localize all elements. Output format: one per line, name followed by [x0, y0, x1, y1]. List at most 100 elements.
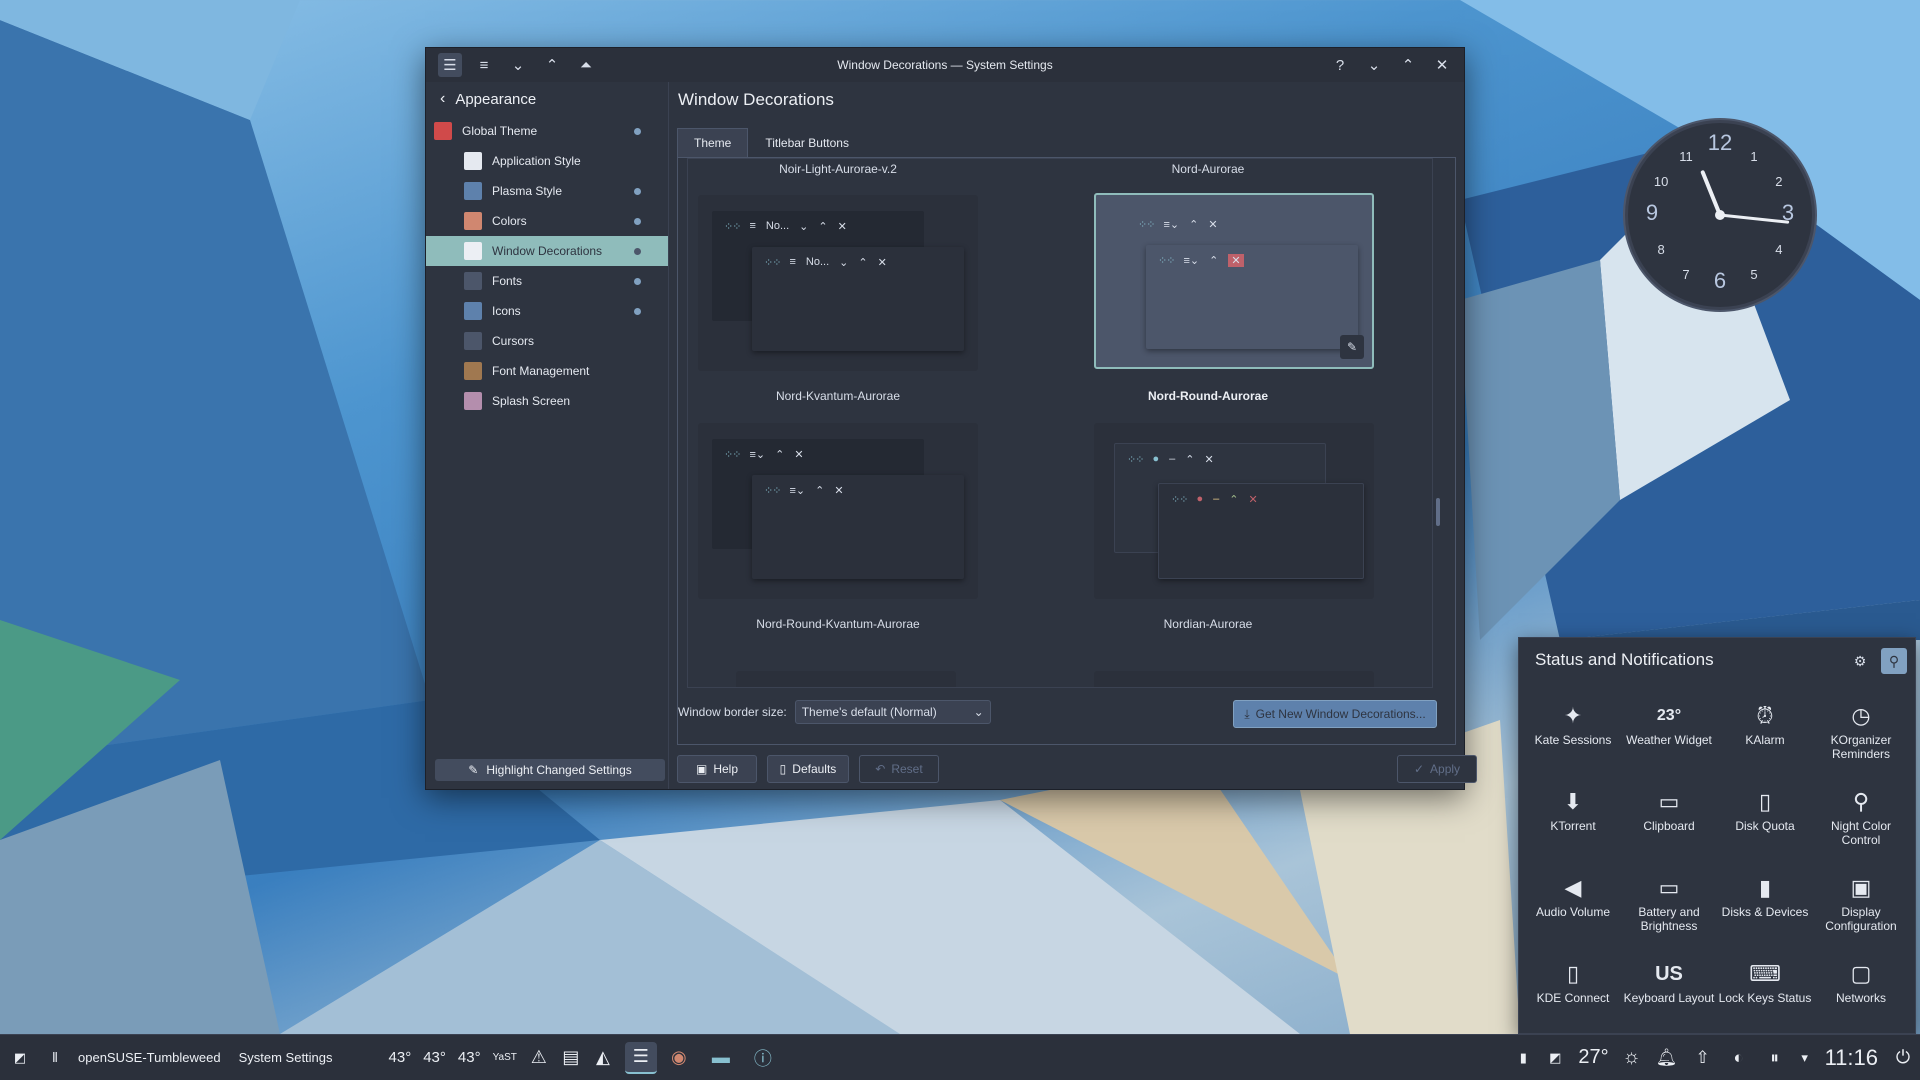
theme-tile[interactable]: ⁘ ⁘ ≡ No... ⌄ ⌃ ✕ ⁘ ⁘ ≡ No... ⌄ ⌃ ✕: [698, 195, 978, 371]
tray-item-disk-quota[interactable]: ▯ Disk Quota: [1717, 779, 1813, 865]
updates-icon[interactable]: ⇧: [1685, 1035, 1721, 1080]
application-style-icon: [464, 152, 482, 170]
tray-item-korganizer-reminders[interactable]: ◷ KOrganizer Reminders: [1813, 693, 1909, 779]
tray-item-keyboard-layout[interactable]: US Keyboard Layout: [1621, 951, 1717, 1037]
configure-icon[interactable]: ⚙: [1847, 648, 1873, 674]
gpu-temp[interactable]: 43°: [417, 1035, 452, 1080]
highlight-changed-settings-button[interactable]: ✎ Highlight Changed Settings: [435, 759, 665, 781]
apply-button[interactable]: ✓ Apply: [1397, 755, 1477, 783]
theme-tile[interactable]: [736, 671, 956, 687]
theme-tile[interactable]: ⁘ ⁘ ● – ⌃ ✕ ⁘ ⁘ ● – ⌃ ✕: [1094, 423, 1374, 599]
theme-grid[interactable]: Noir-Light-Aurorae-v.2 Nord-Aurorae ⁘ ⁘ ≡…: [687, 158, 1433, 688]
theme-tile-selected[interactable]: ⁘ ⁘ ≡⌄ ⌃ ✕ ⁘ ⁘ ≡⌄ ⌃ ✕ ✎: [1094, 193, 1374, 369]
night-color-icon: ⚲: [1852, 789, 1870, 814]
system-settings-window: ☰ ≡ ⌄ ⌃ ⏶ Window Decorations — System Se…: [425, 47, 1477, 790]
tray-item-label: Disk Quota: [1735, 819, 1795, 833]
firefox-icon[interactable]: ◉: [663, 1042, 695, 1074]
activity-name[interactable]: openSUSE-Tumbleweed: [70, 1035, 229, 1080]
tab-bar: Theme Titlebar Buttons: [677, 128, 866, 158]
application-launcher-icon[interactable]: ◩: [0, 1035, 40, 1080]
tray-item-label: KDE Connect: [1536, 991, 1610, 1005]
sidebar-item-fonts[interactable]: Fonts: [426, 266, 668, 296]
weather-temp[interactable]: 27°: [1572, 1035, 1614, 1080]
tray-item-label: KAlarm: [1745, 733, 1785, 747]
sidebar-item-font-management[interactable]: Font Management: [426, 356, 668, 386]
tab-theme[interactable]: Theme: [677, 128, 749, 158]
warning-icon[interactable]: ⚠: [523, 1042, 555, 1074]
tray-expand-icon[interactable]: ▾: [1793, 1035, 1817, 1080]
tray-item-kde-connect[interactable]: ▯ KDE Connect: [1525, 951, 1621, 1037]
border-size-row: Window border size: Theme's default (Nor…: [678, 700, 991, 724]
changed-indicator: [634, 218, 641, 225]
window-title: Window Decorations — System Settings: [837, 58, 1053, 72]
tray-item-kate-sessions[interactable]: ✦ Kate Sessions: [1525, 693, 1621, 779]
tray-item-label: Networks: [1835, 991, 1886, 1005]
usb-drive-icon: ▮: [1758, 875, 1772, 900]
clock-numeral: 8: [1657, 242, 1664, 257]
document-icon: ▯: [779, 762, 787, 776]
pager-icon[interactable]: ⫴: [40, 1035, 70, 1080]
sidebar-item-splash-screen[interactable]: Splash Screen: [426, 386, 668, 416]
icons-icon: [464, 302, 482, 320]
scrollbar[interactable]: [1436, 498, 1440, 526]
tray-item-clipboard[interactable]: ▭ Clipboard: [1621, 779, 1717, 865]
status-notifications-panel: Status and Notifications ⚙ ⚲ ✦ Kate Sessi…: [1518, 637, 1916, 1034]
colors-icon: [464, 212, 482, 230]
tray-item-networks[interactable]: ▢ Networks: [1813, 951, 1909, 1037]
files-icon[interactable]: ▤: [555, 1042, 587, 1074]
get-new-decorations-button[interactable]: ⤓ Get New Window Decorations...: [1233, 700, 1437, 728]
tray-item-ktorrent[interactable]: ⬇ KTorrent: [1525, 779, 1621, 865]
clock-numeral: 5: [1750, 267, 1757, 282]
tray-item-kalarm[interactable]: ⏰︎ KAlarm: [1717, 693, 1813, 779]
edit-theme-icon[interactable]: ✎: [1340, 335, 1364, 359]
digital-clock[interactable]: 11:16: [1817, 1035, 1886, 1080]
sidebar-item-plasma-style[interactable]: Plasma Style: [426, 176, 668, 206]
tray-item-disks-devices[interactable]: ▮ Disks & Devices: [1717, 865, 1813, 951]
bell-icon[interactable]: 🔔︎: [1649, 1035, 1685, 1080]
reset-button[interactable]: ↶ Reset: [859, 755, 939, 783]
tray-item-night-color-control[interactable]: ⚲ Night Color Control: [1813, 779, 1909, 865]
tray-item-display-configuration[interactable]: ▣ Display Configuration: [1813, 865, 1909, 951]
opensuse-icon[interactable]: ◩: [1538, 1035, 1572, 1080]
help-button[interactable]: ▣ Help: [677, 755, 757, 783]
sidebar-item-colors[interactable]: Colors: [426, 206, 668, 236]
disk-temp[interactable]: 43°: [452, 1035, 487, 1080]
close-button[interactable]: ✕: [1430, 53, 1454, 77]
power-icon[interactable]: ⏻: [1886, 1035, 1920, 1080]
sidebar-item-window-decorations[interactable]: Window Decorations: [426, 236, 668, 266]
sidebar-item-icons[interactable]: Icons: [426, 296, 668, 326]
analog-clock-widget[interactable]: 12 1 2 3 4 5 6 7 8 9 10 11: [1625, 120, 1815, 310]
cpu-temp[interactable]: 43°: [383, 1035, 418, 1080]
context-help-button[interactable]: ?: [1328, 53, 1352, 77]
tray-item-label: Weather Widget: [1626, 733, 1712, 747]
tab-titlebar-buttons[interactable]: Titlebar Buttons: [748, 128, 866, 158]
dolphin-icon[interactable]: ▬: [705, 1042, 737, 1074]
system-settings-task-icon[interactable]: ☰: [624, 1041, 657, 1074]
sidebar-item-application-style[interactable]: Application Style: [426, 146, 668, 176]
system-monitor-icon[interactable]: ◭: [587, 1042, 619, 1074]
theme-tile[interactable]: [1094, 671, 1374, 687]
sun-icon[interactable]: ☼: [1615, 1035, 1649, 1080]
tray-item-battery-and-brightness[interactable]: ▭ Battery and Brightness: [1621, 865, 1717, 951]
sidebar-item-cursors[interactable]: Cursors: [426, 326, 668, 356]
sidebar-item-global-theme[interactable]: Global Theme: [426, 116, 668, 146]
kde-connect-tray-icon[interactable]: ◐: [1721, 1035, 1757, 1080]
show-desktop-icon[interactable]: ▮: [1508, 1035, 1538, 1080]
back-button[interactable]: ‹ Appearance: [426, 82, 668, 116]
defaults-button[interactable]: ▯ Defaults: [767, 755, 849, 783]
theme-tile[interactable]: ⁘ ⁘ ≡⌄ ⌃ ✕ ⁘ ⁘ ≡⌄ ⌃ ✕: [698, 423, 978, 599]
media-pause-icon[interactable]: ⏸: [1757, 1035, 1793, 1080]
tray-item-weather-widget[interactable]: 23° Weather Widget: [1621, 693, 1717, 779]
border-size-select[interactable]: Theme's default (Normal) ⌄: [794, 700, 991, 724]
phone-icon: ▯: [1566, 961, 1580, 986]
ktorrent-icon: ⬇: [1563, 789, 1583, 814]
tray-item-audio-volume[interactable]: ◀ Audio Volume: [1525, 865, 1621, 951]
theme-name: Nord-Aurorae: [1171, 162, 1245, 176]
tray-item-lock-keys-status[interactable]: ⌨ Lock Keys Status: [1717, 951, 1813, 1037]
minimize-button[interactable]: ⌄: [1362, 53, 1386, 77]
pin-icon[interactable]: ⚲: [1881, 648, 1907, 674]
titlebar[interactable]: ☰ ≡ ⌄ ⌃ ⏶ Window Decorations — System Se…: [426, 48, 1464, 82]
maximize-button[interactable]: ⌃: [1396, 53, 1420, 77]
info-center-icon[interactable]: ⓘ: [747, 1042, 779, 1074]
yast-launcher[interactable]: YaST: [487, 1035, 523, 1080]
